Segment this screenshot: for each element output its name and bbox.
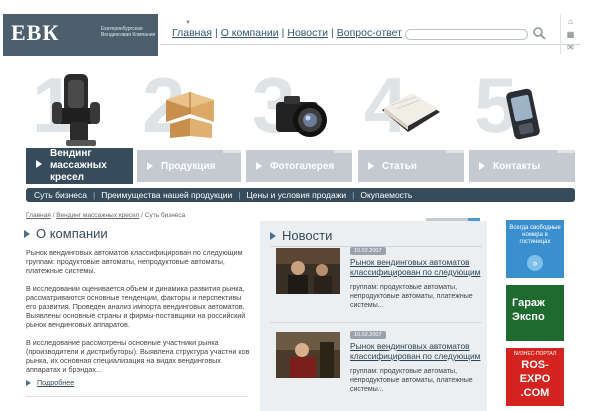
tab-label: Вендинг массажных кресел <box>50 148 107 183</box>
ros-expo-line: EXPO <box>519 373 551 385</box>
mail-icon[interactable]: ✉ <box>566 43 575 52</box>
about-heading: О компании <box>24 226 108 241</box>
news-topbar <box>426 218 468 221</box>
site-logo[interactable]: ЕВК Екатеринбургская Вендинговая Компани… <box>3 14 158 56</box>
garage-expo-banner[interactable]: Гараж Экспо <box>506 285 564 341</box>
news-title: Новости <box>282 228 333 243</box>
about-paragraph: Рынок вендинговых автоматов классифициро… <box>26 248 243 275</box>
hotel-banner[interactable]: Всегда свободные номера в гостиницах » <box>506 220 564 278</box>
heading-arrow-icon <box>270 231 276 240</box>
ros-expo-banner[interactable]: БИЗНЕС-ПОРТАЛ ROS- EXPO .COM <box>506 348 564 406</box>
nav-faq-link[interactable]: Вопрос-ответ <box>337 27 402 39</box>
tab-arrow-icon <box>368 162 374 170</box>
tab-strip <box>334 150 352 153</box>
news-headline-link[interactable]: Рынок вендинговых автоматов классифициро… <box>350 341 484 361</box>
subnav-business-link[interactable]: Суть бизнеса <box>34 190 87 200</box>
tab-arrow-icon <box>36 160 42 168</box>
sub-navigation: Суть бизнеса | Преимущества нашей продукци… <box>26 188 575 202</box>
forward-icon: » <box>527 255 543 271</box>
tab-contacts[interactable]: Контакты <box>469 150 575 182</box>
about-paragraph: В исследование рассмотрены основные учас… <box>26 338 250 374</box>
boxes-image[interactable] <box>160 82 220 138</box>
news-topbar-accent <box>468 218 480 221</box>
nav-home-link[interactable]: Главная <box>172 27 212 39</box>
home-icon[interactable]: ⌂ <box>566 17 575 26</box>
subnav-separator: | <box>352 190 355 200</box>
breadcrumb-current: Суть бизнеса <box>144 212 186 219</box>
tab-label: Фотогалерея <box>270 160 335 172</box>
nav-separator: | <box>214 27 218 39</box>
tab-strip <box>446 150 464 153</box>
news-thumbnail[interactable] <box>276 248 340 294</box>
news-divider <box>270 322 482 323</box>
ros-expo-line: .COM <box>520 387 550 399</box>
tab-strip <box>223 150 241 153</box>
tab-arrow-icon <box>256 162 262 170</box>
about-title: О компании <box>36 226 108 241</box>
tab-label: Контакты <box>493 160 541 172</box>
nav-separator: | <box>331 27 334 39</box>
garage-banner-line: Экспо <box>512 311 545 323</box>
tab-label: Статьи <box>382 160 417 172</box>
about-text: Рынок вендинговых автоматов классифициро… <box>26 248 251 383</box>
header-divider <box>560 14 561 54</box>
logo-mark: ЕВК <box>11 20 60 45</box>
news-summary: группам: продуктовые автоматы, непродукт… <box>350 368 473 393</box>
tab-articles[interactable]: Статьи <box>358 150 464 182</box>
news-headline-link[interactable]: Рынок вендинговых автоматов классифициро… <box>350 257 484 277</box>
nav-news-link[interactable]: Новости <box>287 27 328 39</box>
tab-label: Продукция <box>161 160 216 172</box>
news-date: 10.02.2007 <box>350 247 386 255</box>
heading-arrow-icon <box>24 229 30 238</box>
logo-caption: Екатеринбургская Вендинговая Компания <box>101 26 156 38</box>
subnav-payback-link[interactable]: Окупаемость <box>360 190 412 200</box>
site-header: ЕВК Екатеринбургская Вендинговая Компани… <box>0 0 600 62</box>
search-icon[interactable] <box>532 26 546 40</box>
read-more: Подробнее <box>26 378 74 387</box>
camera-image[interactable] <box>272 92 334 142</box>
breadcrumb-home-link[interactable]: Главная <box>26 212 51 219</box>
ros-expo-line: ROS- <box>521 359 549 371</box>
book-image[interactable] <box>378 90 442 138</box>
tab-products[interactable]: Продукция <box>137 150 241 182</box>
subnav-prices-link[interactable]: Цены и условия продажи <box>246 190 346 200</box>
menu-indicator-icon: ▼ <box>185 20 191 26</box>
news-summary: группам: продуктовые автоматы, непродукт… <box>350 284 473 309</box>
about-paragraph: В исследовании оценивается объем и динам… <box>26 284 246 329</box>
top-navigation: Главная | О компании | Новости | Вопрос-ответ <box>172 27 402 39</box>
tab-gallery[interactable]: Фотогалерея <box>246 150 352 182</box>
massage-chair-image[interactable] <box>50 72 110 148</box>
sitemap-icon[interactable]: ▦ <box>566 30 575 39</box>
search-input[interactable] <box>405 29 528 40</box>
read-more-link[interactable]: Подробнее <box>37 378 74 387</box>
about-divider <box>26 396 248 397</box>
tab-arrow-icon <box>479 162 485 170</box>
ros-expo-caption: БИЗНЕС-ПОРТАЛ <box>513 351 557 357</box>
tab-massage-chairs[interactable]: Вендинг массажных кресел <box>26 148 133 184</box>
breadcrumb-category-link[interactable]: Вендинг массажных кресел <box>56 212 139 219</box>
breadcrumb-separator: / <box>52 212 55 219</box>
news-thumbnail[interactable] <box>276 332 340 378</box>
mobile-phone-image[interactable] <box>502 88 546 142</box>
subnav-advantages-link[interactable]: Преимущества нашей продукции <box>101 190 232 200</box>
subnav-separator: | <box>92 190 96 200</box>
breadcrumb: Главная / Вендинг массажных кресел / Сут… <box>26 212 185 219</box>
hotel-banner-text: Всегда свободные номера в гостиницах <box>509 225 561 245</box>
subnav-separator: | <box>238 190 241 200</box>
news-heading: Новости <box>270 228 332 243</box>
nav-about-link[interactable]: О компании <box>221 27 279 39</box>
more-arrow-icon <box>26 379 31 386</box>
nav-separator: | <box>281 27 285 39</box>
garage-banner-line: Гараж <box>512 297 545 309</box>
tab-strip <box>557 150 575 153</box>
header-rule <box>160 44 580 45</box>
news-date: 10.02.2007 <box>350 331 386 339</box>
tab-arrow-icon <box>147 162 153 170</box>
breadcrumb-separator: / <box>141 212 143 219</box>
